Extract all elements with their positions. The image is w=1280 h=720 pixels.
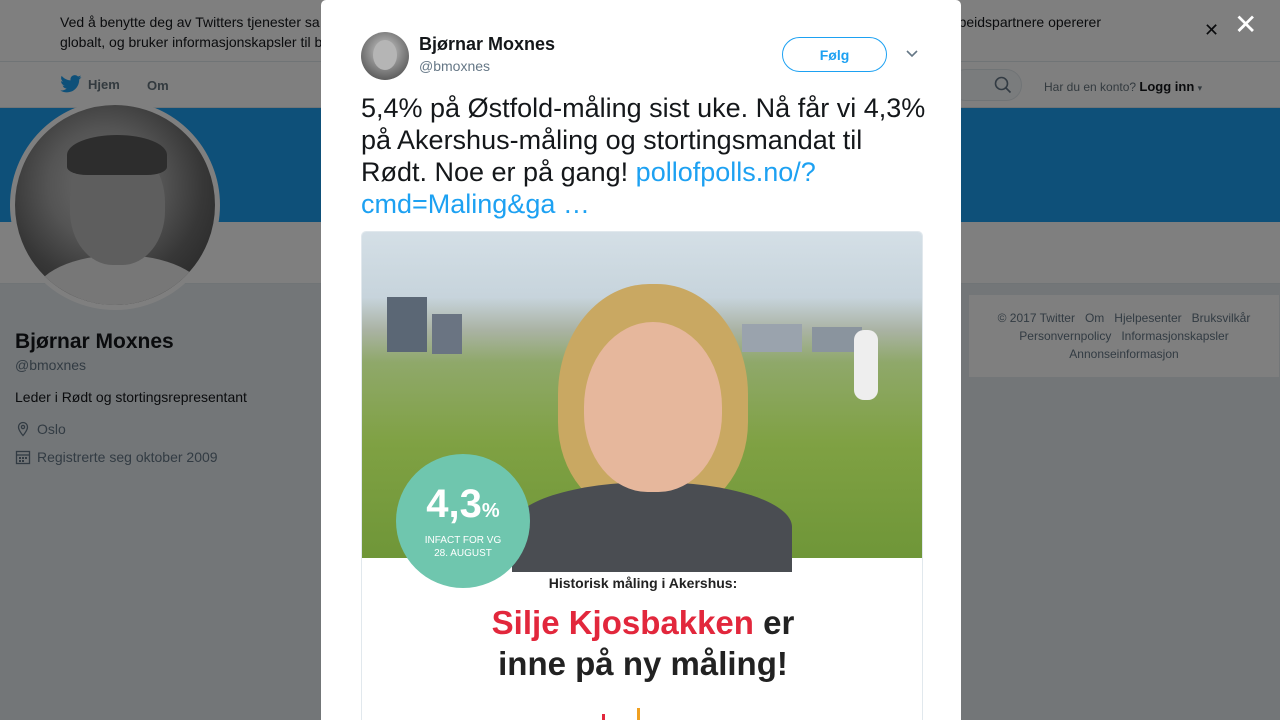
headline-er: er [753,604,795,641]
author-name[interactable]: Bjørnar Moxnes [419,34,555,55]
headline-sub: Historisk måling i Akershus: [548,575,738,591]
chevron-down-icon[interactable] [905,46,919,62]
poll-value-number: 4,3 [426,482,482,526]
author-handle[interactable]: @bmoxnes [419,58,490,74]
tweet-link-line1[interactable]: pollofpolls.no/? [636,157,816,187]
tweet-modal: Bjørnar Moxnes @bmoxnes Følg 5,4% på Øst… [321,0,961,720]
follow-button[interactable]: Følg [782,37,887,72]
tweet-link-line2[interactable]: cmd=Maling&ga … [361,189,590,219]
chart-bar-decoration [637,708,640,720]
poll-badge: 4,3% INFACT FOR VG 28. AUGUST [396,454,530,588]
close-icon[interactable]: ✕ [1234,11,1257,39]
poll-source-line1: INFACT FOR VG [424,535,502,546]
tweet-media-image[interactable]: 4,3% INFACT FOR VG 28. AUGUST Historisk m… [361,231,923,720]
poll-value-unit: % [481,500,500,522]
poll-value: 4,3% [396,482,530,533]
headline-name: Silje Kjosbakken [491,604,754,641]
headline-line2: inne på ny måling! [498,645,788,682]
poll-source-line2: 28. AUGUST [434,548,492,559]
author-avatar[interactable] [361,32,409,80]
chart-bar-decoration [602,714,605,720]
headline-line1: Silje Kjosbakken er [362,604,922,642]
tweet-text: 5,4% på Østfold-måling sist uke. Nå får … [361,92,926,220]
poll-source: INFACT FOR VG 28. AUGUST [396,534,530,560]
